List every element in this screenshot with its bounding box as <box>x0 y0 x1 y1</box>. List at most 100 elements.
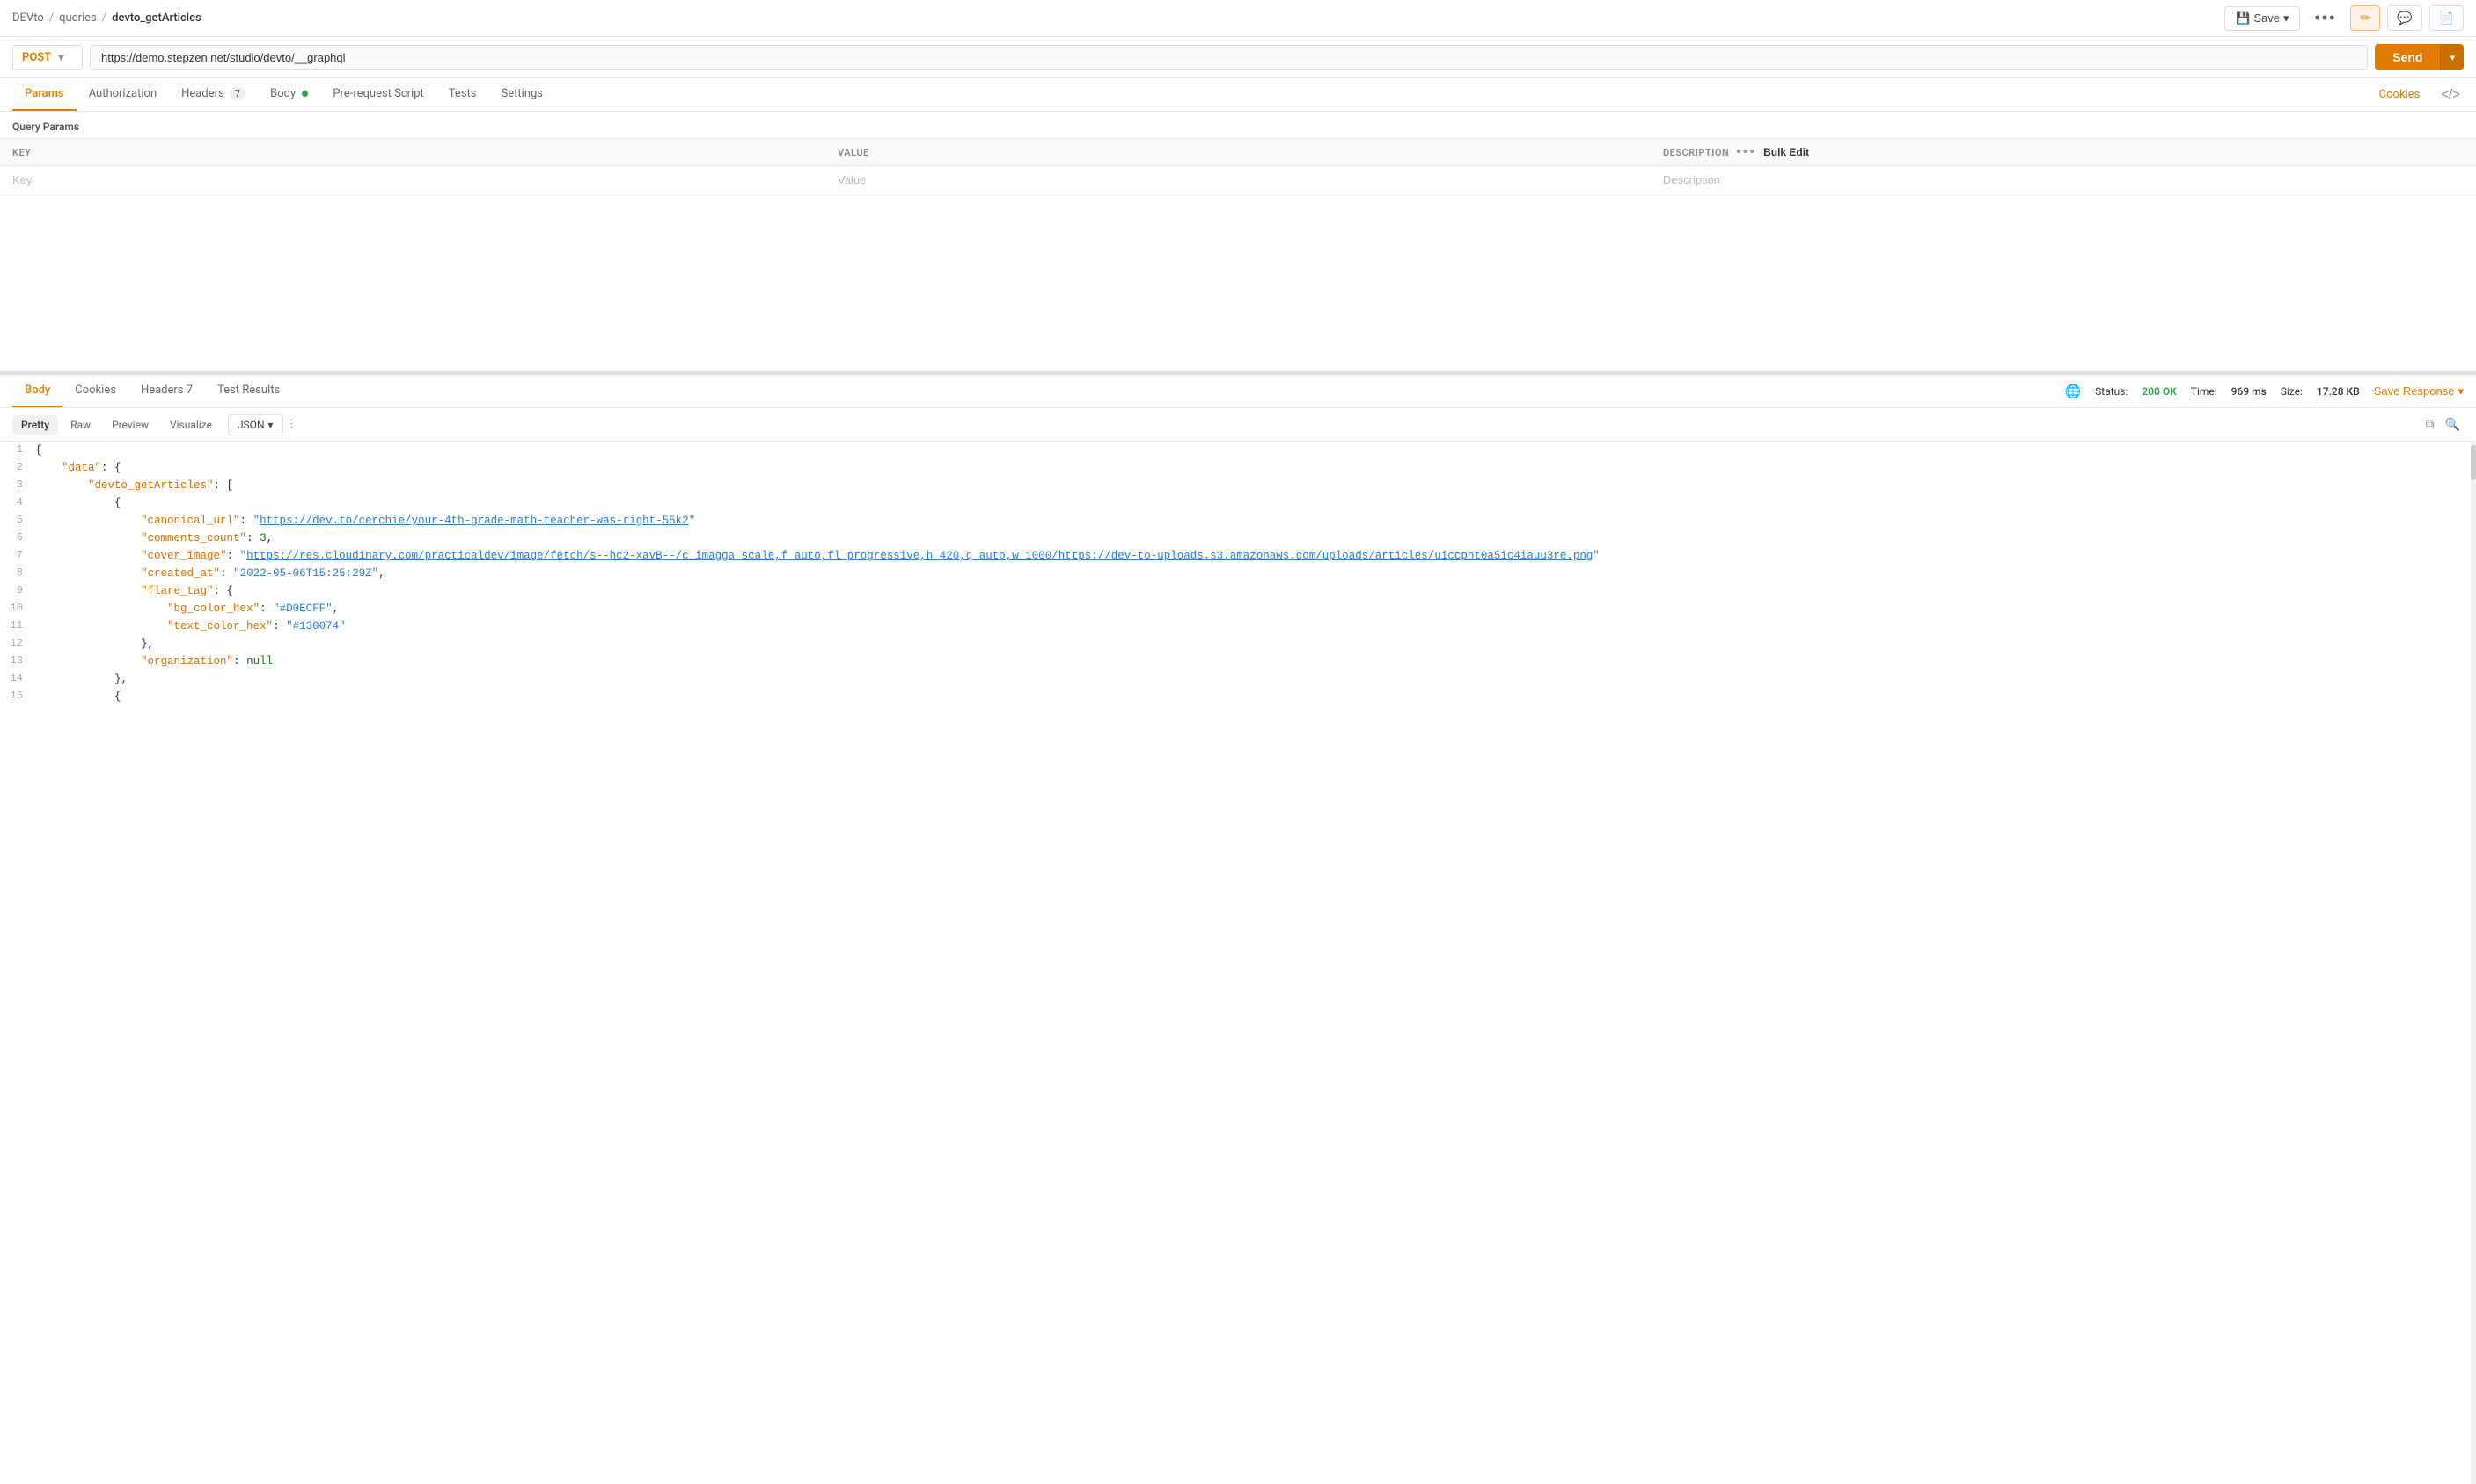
response-area: Body Cookies Headers 7 Test Results 🌐 St… <box>0 372 2476 1484</box>
method-label: POST <box>22 51 51 64</box>
json-punctuation: , <box>378 567 385 580</box>
json-format-select[interactable]: JSON ▾ <box>228 414 283 435</box>
breadcrumb-current: devto_getArticles <box>112 11 201 25</box>
tab-settings[interactable]: Settings <box>489 78 555 111</box>
document-button[interactable]: 📄 <box>2429 5 2464 31</box>
code-line: 13 "organization": null <box>0 653 2471 670</box>
tab-tests[interactable]: Tests <box>436 78 489 111</box>
copy-icon[interactable]: ⧉ <box>2422 413 2438 435</box>
save-response-label: Save Response <box>2374 384 2455 398</box>
url-input[interactable] <box>90 45 2368 70</box>
breadcrumb-queries[interactable]: queries <box>59 11 97 25</box>
tab-headers[interactable]: Headers 7 <box>169 78 258 111</box>
fmt-tab-visualize[interactable]: Visualize <box>161 415 221 435</box>
status-label: Status: <box>2095 385 2128 398</box>
value-cell[interactable] <box>825 166 1651 195</box>
line-content: "bg_color_hex": "#D0ECFF", <box>32 600 2471 618</box>
fmt-tab-raw[interactable]: Raw <box>62 415 99 435</box>
more-button[interactable]: ••• <box>2307 5 2343 31</box>
json-punctuation: : <box>246 532 260 545</box>
json-url-link[interactable]: https://dev.to/cerchie/your-4th-grade-ma… <box>260 515 689 527</box>
code-line: 9 "flare_tag": { <box>0 582 2471 600</box>
cookies-link[interactable]: Cookies <box>2379 88 2421 101</box>
chevron-down-icon: ▾ <box>58 51 64 64</box>
resp-tab-test-results[interactable]: Test Results <box>205 375 292 407</box>
save-label: Save <box>2253 11 2280 25</box>
line-number: 11 <box>0 618 32 634</box>
response-tabs-left: Body Cookies Headers 7 Test Results <box>12 375 292 407</box>
value-input[interactable] <box>838 173 1638 186</box>
tab-body[interactable]: Body <box>258 78 320 111</box>
resp-tab-body[interactable]: Body <box>12 375 62 407</box>
json-string: "#D0ECFF" <box>273 603 333 615</box>
status-value: 200 OK <box>2142 385 2176 398</box>
resp-tab-cookies[interactable]: Cookies <box>62 375 128 407</box>
tab-pre-request[interactable]: Pre-request Script <box>320 78 436 111</box>
save-icon: 💾 <box>2236 11 2250 26</box>
line-content: { <box>32 688 2471 705</box>
method-select[interactable]: POST ▾ <box>12 45 83 70</box>
json-string-link[interactable]: "https://res.cloudinary.com/practicaldev… <box>240 550 1600 562</box>
json-key: "comments_count" <box>141 532 246 545</box>
size-label: Size: <box>2281 385 2303 398</box>
line-number: 1 <box>0 442 32 458</box>
search-icon[interactable]: 🔍 <box>2442 413 2464 435</box>
query-params-label: Query Params <box>0 112 2476 138</box>
line-content: "created_at": "2022-05-06T15:25:29Z", <box>32 565 2471 582</box>
request-tabs-row: Params Authorization Headers 7 Body Pre-… <box>0 78 2476 112</box>
json-url-link[interactable]: https://res.cloudinary.com/practicaldev/… <box>246 550 1593 562</box>
code-line: 4 { <box>0 494 2471 512</box>
line-number: 3 <box>0 477 32 493</box>
request-area: Query Params KEY VALUE DESCRIPTION ••• B… <box>0 112 2476 372</box>
json-string: "#130074" <box>286 620 346 632</box>
json-number: 3 <box>260 532 267 545</box>
code-line: 12 }, <box>0 635 2471 653</box>
save-button[interactable]: 💾 Save ▾ <box>2224 6 2300 31</box>
json-string-link[interactable]: "https://dev.to/cerchie/your-4th-grade-m… <box>253 515 696 527</box>
status-info: 🌐 Status: 200 OK Time: 969 ms Size: 17.2… <box>2064 384 2464 399</box>
comment-button[interactable]: 💬 <box>2387 5 2421 31</box>
send-button[interactable]: Send <box>2375 44 2440 70</box>
bulk-edit-button[interactable]: Bulk Edit <box>1763 146 1809 158</box>
code-area[interactable]: 1{2 "data": {3 "devto_getArticles": [4 {… <box>0 442 2471 1484</box>
col-more-button[interactable]: ••• <box>1736 144 1756 160</box>
json-punctuation: : <box>260 603 273 615</box>
tab-params[interactable]: Params <box>12 78 77 111</box>
line-content: { <box>32 494 2471 512</box>
desc-cell[interactable] <box>1651 166 2476 195</box>
line-number: 9 <box>0 582 32 599</box>
code-line: 1{ <box>0 442 2471 459</box>
key-cell[interactable] <box>0 166 825 195</box>
request-tabs-left: Params Authorization Headers 7 Body Pre-… <box>12 78 555 111</box>
key-input[interactable] <box>12 173 813 186</box>
json-brace: { <box>35 444 42 457</box>
code-line: 2 "data": { <box>0 459 2471 477</box>
breadcrumb-devto[interactable]: DEVto <box>12 11 44 25</box>
desc-input[interactable] <box>1663 173 2464 186</box>
resp-tab-headers[interactable]: Headers 7 <box>128 375 205 407</box>
fmt-tab-preview[interactable]: Preview <box>103 415 157 435</box>
send-dropdown-button[interactable]: ▾ <box>2440 44 2464 70</box>
code-line: 3 "devto_getArticles": [ <box>0 477 2471 494</box>
code-line: 10 "bg_color_hex": "#D0ECFF", <box>0 600 2471 618</box>
params-table: KEY VALUE DESCRIPTION ••• Bulk Edit <box>0 138 2476 195</box>
fmt-tab-pretty[interactable]: Pretty <box>12 415 58 435</box>
code-line: 7 "cover_image": "https://res.cloudinary… <box>0 547 2471 565</box>
json-brace: }, <box>114 673 128 685</box>
edit-button[interactable]: ✏ <box>2350 5 2380 31</box>
tab-authorization[interactable]: Authorization <box>77 78 170 111</box>
line-number: 15 <box>0 688 32 705</box>
json-key: "data" <box>62 462 101 474</box>
filter-icon[interactable]: ⫶ <box>287 413 297 435</box>
line-number: 10 <box>0 600 32 617</box>
size-value: 17.28 KB <box>2317 385 2360 398</box>
line-content: }, <box>32 670 2471 688</box>
line-number: 5 <box>0 512 32 529</box>
code-icon[interactable]: </> <box>2437 84 2464 106</box>
line-number: 7 <box>0 547 32 564</box>
json-punctuation: : <box>233 655 246 668</box>
save-response-button[interactable]: Save Response ▾ <box>2374 384 2464 398</box>
scroll-indicator[interactable] <box>2471 442 2476 1484</box>
code-line: 6 "comments_count": 3, <box>0 530 2471 547</box>
json-key: "devto_getArticles" <box>88 479 214 492</box>
